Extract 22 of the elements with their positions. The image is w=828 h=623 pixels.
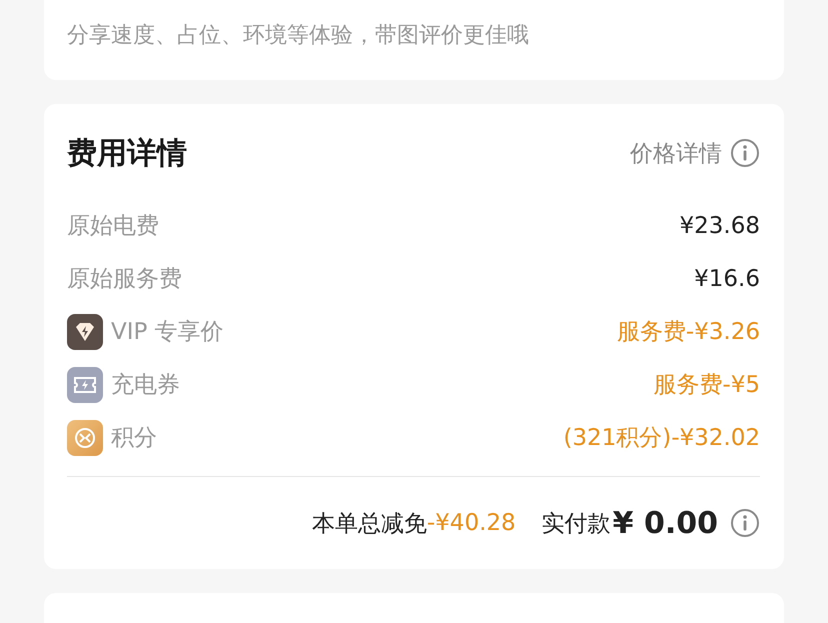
card-title: 费用详情 [67, 134, 187, 172]
price-details-link[interactable]: 价格详情 [630, 138, 722, 168]
fee-label: 积分 [111, 424, 157, 453]
total-reduction-amount: -¥40.28 [426, 510, 516, 536]
fee-value: ¥23.68 [680, 212, 760, 238]
paid-amount: ¥ 0.00 [612, 506, 718, 540]
paid-label: 实付款 [542, 510, 611, 538]
info-icon[interactable] [730, 138, 760, 168]
fee-label: VIP 专享价 [111, 318, 224, 347]
ticket-icon [67, 366, 103, 402]
fee-label: 原始电费 [67, 212, 159, 241]
fee-value: ¥16.6 [694, 266, 760, 292]
info-icon[interactable] [730, 508, 760, 538]
fee-label: 充电券 [111, 371, 180, 400]
total-reduction-label: 本单总减免 [312, 510, 427, 538]
diamond-bolt-icon [67, 314, 103, 350]
fee-value: (321积分)-¥32.02 [563, 424, 760, 453]
fee-value: 服务费-¥5 [653, 371, 760, 400]
coin-icon [67, 420, 103, 456]
review-hint: 分享速度、占位、环境等体验，带图评价更佳哦 [67, 22, 530, 50]
fee-label: 原始服务费 [67, 265, 182, 294]
fee-value: 服务费-¥3.26 [616, 318, 760, 347]
